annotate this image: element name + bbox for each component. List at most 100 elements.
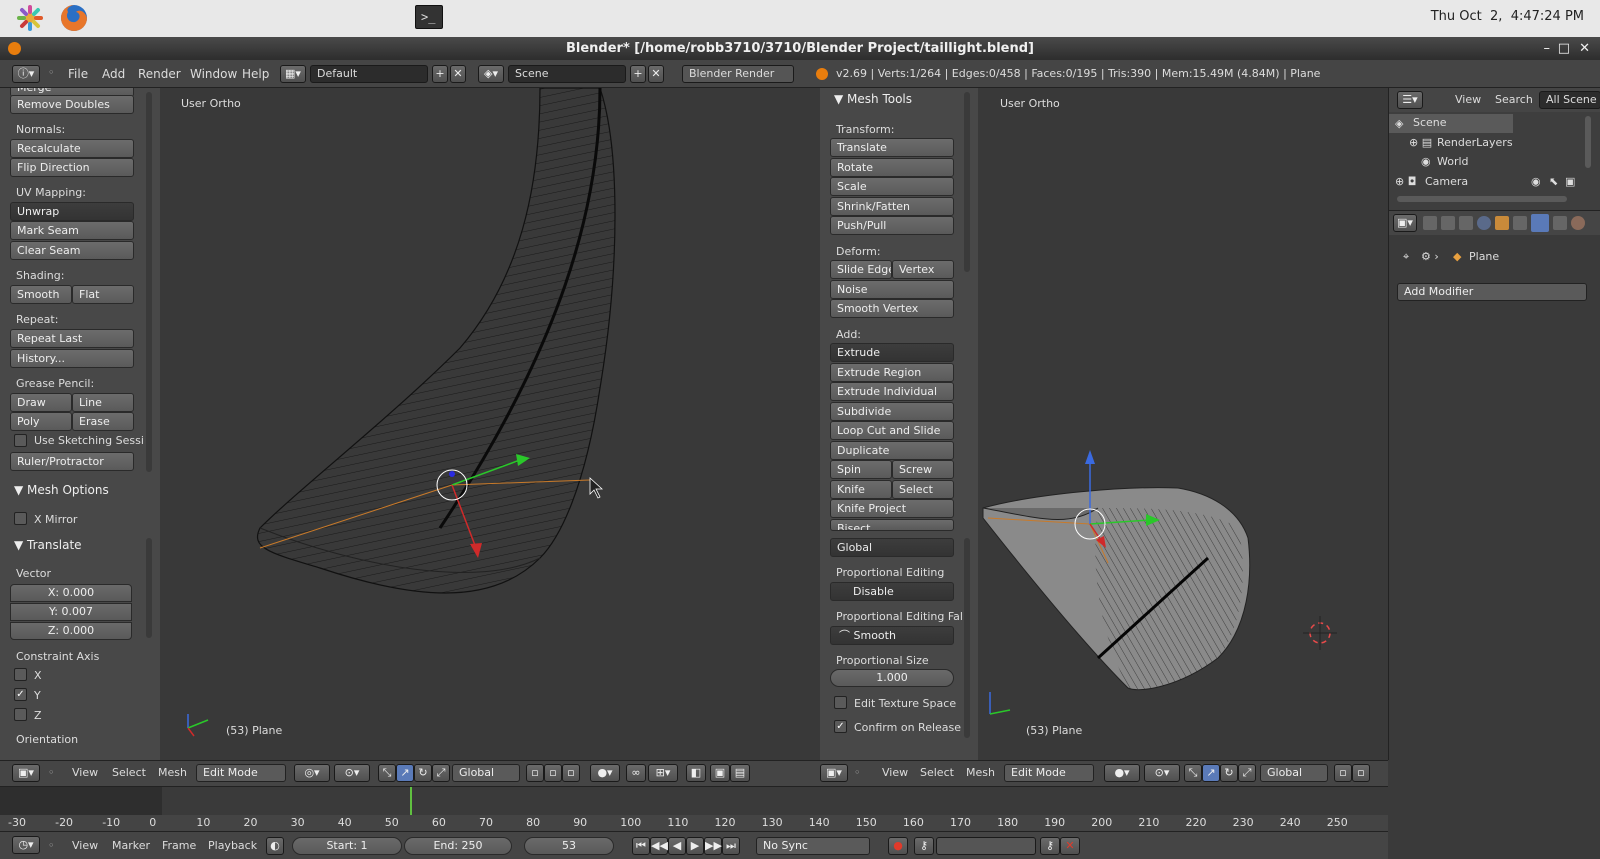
use-sketching-checkbox[interactable] (14, 434, 27, 447)
left-panel-scrollbar-lower[interactable] (146, 538, 152, 638)
outliner-editor-icon[interactable]: ☰▾ (1397, 91, 1423, 109)
mesh-menu-right[interactable]: Mesh (966, 763, 995, 783)
record-icon[interactable]: ● (888, 837, 908, 855)
header-right-collapse-icon[interactable]: ◦ (854, 763, 861, 783)
outliner-display-select[interactable]: All Scene (1539, 91, 1600, 109)
constraint-y-checkbox[interactable]: ✓ (14, 688, 27, 701)
manipulator-icon-right[interactable]: ⤡ (1184, 764, 1202, 782)
vector-x-field[interactable]: X: 0.000 (10, 584, 132, 602)
vector-y-field[interactable]: Y: 0.007 (10, 603, 132, 621)
layout-add-icon[interactable]: + (432, 65, 448, 83)
view3d-editor-icon[interactable]: ▣▾ (12, 764, 40, 782)
prop-size-field[interactable]: 1.000 (830, 669, 954, 687)
flat-shading-button[interactable]: Flat (72, 285, 134, 304)
noise-button[interactable]: Noise (830, 280, 954, 299)
current-frame-field[interactable]: 53 (524, 837, 614, 855)
left-panel-scrollbar[interactable] (146, 92, 152, 472)
mode-select[interactable]: Edit Mode (196, 764, 286, 782)
snap-toggle-icon[interactable]: ∞ (626, 764, 646, 782)
layer-icon-3[interactable]: ▫ (562, 764, 580, 782)
outliner-item-scene[interactable]: Scene (1413, 113, 1447, 133)
unwrap-dropdown[interactable]: Unwrap (10, 202, 134, 221)
constraint-x-checkbox[interactable] (14, 668, 27, 681)
history-button[interactable]: History... (10, 349, 134, 368)
slide-vertex-button[interactable]: Vertex (892, 260, 954, 279)
layer-icon-right-2[interactable]: ▫ (1352, 764, 1370, 782)
sync-select[interactable]: No Sync (756, 837, 870, 855)
mark-seam-button[interactable]: Mark Seam (10, 221, 134, 240)
scene-remove-icon[interactable]: ✕ (648, 65, 664, 83)
mesh-tools-scrollbar[interactable] (964, 92, 970, 272)
translate-manipulator-icon-right[interactable]: ↗ (1202, 764, 1220, 782)
jump-keyframe-back-icon[interactable]: ◀◀ (650, 837, 668, 855)
close-icon[interactable]: ✕ (1579, 37, 1590, 60)
recalculate-button[interactable]: Recalculate (10, 139, 134, 158)
render-anim-icon[interactable]: ▤ (730, 764, 750, 782)
view-menu-right[interactable]: View (882, 763, 908, 783)
minimize-icon[interactable]: – (1544, 37, 1551, 60)
layer-icon-right[interactable]: ▫ (1334, 764, 1352, 782)
smooth-shading-button[interactable]: Smooth (10, 285, 72, 304)
menu-help[interactable]: Help (242, 60, 269, 88)
menu-window[interactable]: Window (190, 60, 237, 88)
outliner-search-menu[interactable]: Search (1495, 90, 1533, 110)
properties-tab-render-icon[interactable] (1423, 216, 1437, 230)
constraint-z-checkbox[interactable] (14, 708, 27, 721)
preview-range-icon[interactable]: ◐ (266, 837, 284, 855)
editor-type-info-icon[interactable]: ⓘ▾ (12, 65, 40, 83)
view3d-right-editor-icon[interactable]: ▣▾ (820, 764, 848, 782)
renderable-camera-icon[interactable]: ▣ (1565, 172, 1575, 192)
draw-button[interactable]: Draw (10, 393, 72, 412)
push-pull-button[interactable]: Push/Pull (830, 216, 954, 235)
timeline-editor-icon[interactable]: ◷▾ (12, 836, 40, 854)
layout-field[interactable]: Default (310, 65, 428, 83)
collapse-icon[interactable]: ◦ (48, 66, 55, 79)
subdivide-button[interactable]: Subdivide (830, 402, 954, 421)
properties-tab-material-icon[interactable] (1571, 216, 1585, 230)
shrink-fatten-button[interactable]: Shrink/Fatten (830, 197, 954, 216)
select-menu-right[interactable]: Select (920, 763, 954, 783)
render-engine-select[interactable]: Blender Render (682, 65, 794, 83)
repeat-last-button[interactable]: Repeat Last (10, 329, 134, 348)
rotate-manipulator-icon-right[interactable]: ↻ (1220, 764, 1238, 782)
play-icon[interactable]: ▶ (686, 837, 704, 855)
timeline-ruler[interactable]: -30 -20 -10 0 10 20 30 40 50 60 70 80 90 100 110 120 130… (0, 815, 1388, 831)
outliner-item-renderlayers[interactable]: RenderLayers (1437, 133, 1513, 153)
ruler-protractor-button[interactable]: Ruler/Protractor (10, 452, 134, 471)
pivot-icon[interactable]: ⊙▾ (334, 764, 370, 782)
properties-tab-modifiers-icon[interactable] (1531, 214, 1549, 232)
jump-end-icon[interactable]: ⏭ (722, 837, 740, 855)
line-button[interactable]: Line (72, 393, 134, 412)
insert-keyframe-icon[interactable]: ⚷ (1040, 837, 1060, 855)
properties-tab-object-icon[interactable] (1495, 216, 1509, 230)
shading-icon-right[interactable]: ●▾ (1104, 764, 1140, 782)
menu-render[interactable]: Render (138, 60, 181, 88)
apps-menu-icon[interactable] (16, 4, 44, 32)
timeline-frame-menu[interactable]: Frame (162, 836, 196, 856)
header-collapse-icon[interactable]: ◦ (48, 763, 55, 783)
remove-doubles-button[interactable]: Remove Doubles (10, 95, 134, 114)
select-menu[interactable]: Select (112, 763, 146, 783)
shading-icon[interactable]: ◎▾ (294, 764, 330, 782)
view-menu[interactable]: View (72, 763, 98, 783)
pin-icon[interactable]: ⌖ (1403, 247, 1409, 267)
flip-direction-button[interactable]: Flip Direction (10, 158, 134, 177)
scale-manipulator-icon[interactable]: ⤢ (432, 764, 450, 782)
menu-add[interactable]: Add (102, 60, 125, 88)
viewport-right[interactable]: User Ortho (53) Plane (978, 88, 1388, 760)
maximize-icon[interactable]: □ (1558, 37, 1570, 60)
mesh-tools-scrollbar-lower[interactable] (964, 538, 970, 738)
x-mirror-checkbox[interactable] (14, 512, 27, 525)
prop-falloff-dropdown[interactable]: ⌒ Smooth (830, 626, 954, 645)
screw-button[interactable]: Screw (892, 460, 954, 479)
properties-tab-world-icon[interactable] (1477, 216, 1491, 230)
outliner-item-world[interactable]: World (1437, 152, 1469, 172)
firefox-icon[interactable] (59, 3, 89, 33)
current-frame-marker[interactable] (410, 787, 412, 815)
render-icon[interactable]: ▣ (710, 764, 730, 782)
smooth-vertex-button[interactable]: Smooth Vertex (830, 299, 954, 318)
scale-manipulator-icon-right[interactable]: ⤢ (1238, 764, 1256, 782)
end-frame-field[interactable]: End: 250 (404, 837, 512, 855)
transform-orientation-select-right[interactable]: Global (1260, 764, 1328, 782)
outliner-item-camera[interactable]: Camera (1425, 172, 1468, 192)
